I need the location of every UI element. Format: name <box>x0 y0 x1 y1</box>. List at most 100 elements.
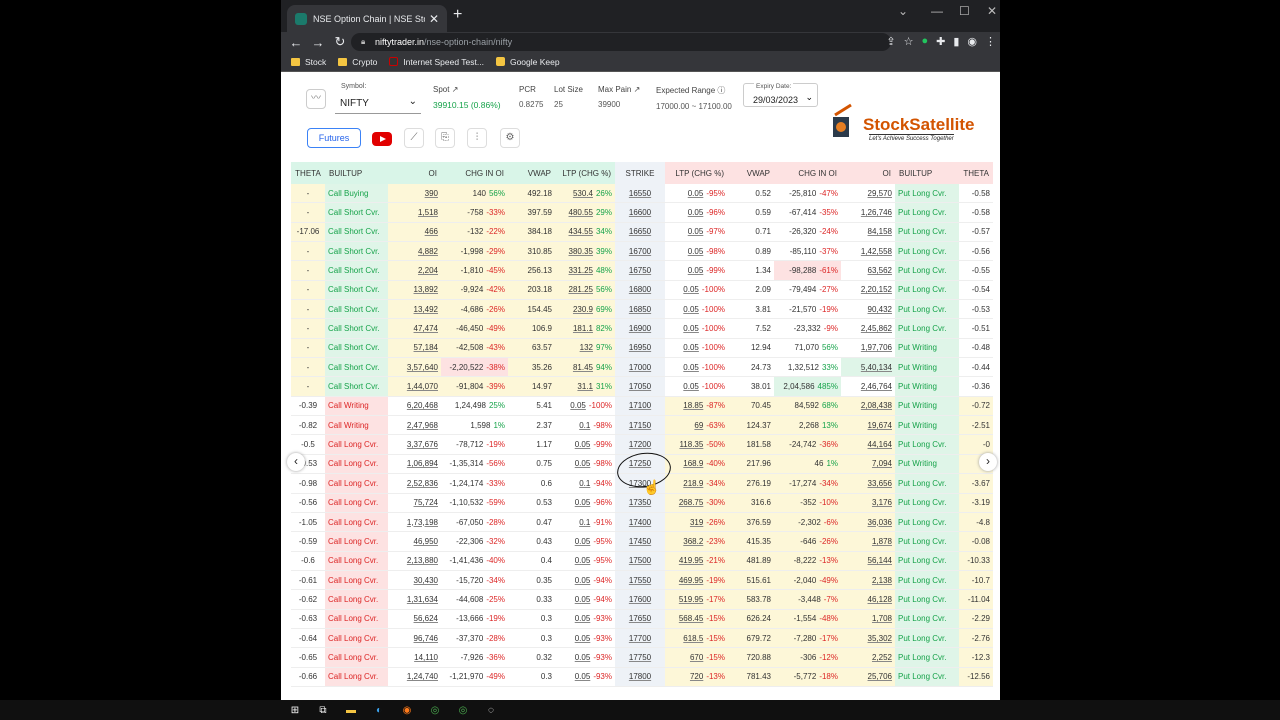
put-oi[interactable]: 1,42,558 <box>861 247 892 256</box>
strike-price[interactable]: 17200 <box>629 440 651 449</box>
call-oi-cell[interactable]: 466 <box>388 222 441 242</box>
profile-avatar-icon[interactable]: ◉ <box>967 35 977 48</box>
call-ltp-cell[interactable]: 0.1 -91% <box>555 513 615 531</box>
call-oi-cell[interactable]: 56,624 <box>388 610 441 628</box>
strike-price[interactable]: 17050 <box>629 382 651 391</box>
put-oi-cell[interactable]: 3,176 <box>841 493 895 512</box>
call-ltp[interactable]: 81.45 <box>573 363 593 372</box>
strike-price[interactable]: 17800 <box>629 672 651 681</box>
extension-green-icon[interactable]: ● <box>921 35 928 48</box>
futures-button[interactable]: Futures <box>307 128 361 148</box>
windows-start-icon[interactable]: ⊞ <box>288 703 302 717</box>
call-ltp-cell[interactable]: 0.05 -100% <box>555 397 615 415</box>
call-ltp[interactable]: 0.1 <box>579 479 590 488</box>
bookmark-crypto[interactable]: Crypto <box>338 57 377 67</box>
call-ltp-cell[interactable]: 0.05 -95% <box>555 552 615 570</box>
strike-price[interactable]: 17550 <box>629 576 651 585</box>
call-oi[interactable]: 1,73,198 <box>407 518 438 527</box>
put-oi[interactable]: 5,40,134 <box>861 363 892 372</box>
put-oi-cell[interactable]: 1,42,558 <box>841 242 895 260</box>
put-ltp[interactable]: 0.05 <box>688 189 704 198</box>
back-icon[interactable]: ← <box>285 35 307 50</box>
call-ltp[interactable]: 0.1 <box>579 518 590 527</box>
firefox-icon[interactable]: ◉ <box>400 703 414 717</box>
put-ltp-cell[interactable]: 18.85 -87% <box>665 396 728 416</box>
call-oi[interactable]: 6,20,468 <box>407 401 438 410</box>
put-ltp-cell[interactable]: 0.05 -100% <box>665 377 728 395</box>
put-oi-cell[interactable]: 35,302 <box>841 628 895 648</box>
new-tab-icon[interactable]: + <box>453 6 462 24</box>
edge-icon[interactable]: ◐ <box>372 703 386 717</box>
put-oi[interactable]: 1,97,706 <box>861 343 892 352</box>
scroll-right-icon[interactable]: › <box>979 453 997 471</box>
put-ltp-cell[interactable]: 670 -15% <box>665 648 728 667</box>
call-ltp[interactable]: 0.05 <box>575 653 591 662</box>
put-oi[interactable]: 3,176 <box>872 498 892 507</box>
call-oi[interactable]: 4,882 <box>418 247 438 256</box>
put-oi-cell[interactable]: 1,708 <box>841 609 895 628</box>
call-ltp[interactable]: 0.05 <box>575 634 591 643</box>
call-ltp[interactable]: 0.05 <box>575 440 591 449</box>
put-ltp[interactable]: 18.85 <box>683 401 703 410</box>
strike-price[interactable]: 17600 <box>629 595 651 604</box>
call-ltp-cell[interactable]: 230.9 69% <box>555 300 615 319</box>
call-ltp-cell[interactable]: 0.05 -93% <box>555 610 615 628</box>
strike-cell[interactable]: 16850 <box>615 300 665 319</box>
put-ltp[interactable]: 618.5 <box>683 634 703 643</box>
sidebar-icon[interactable]: ▮ <box>953 35 959 48</box>
strike-price[interactable]: 17750 <box>629 653 651 662</box>
strike-cell[interactable]: 16800 <box>615 280 665 300</box>
call-oi-cell[interactable]: 1,73,198 <box>388 513 441 531</box>
put-oi[interactable]: 2,252 <box>872 653 892 662</box>
call-ltp-cell[interactable]: 434.55 34% <box>555 222 615 242</box>
share-icon[interactable]: ⇪ <box>886 35 895 48</box>
call-ltp-cell[interactable]: 132 97% <box>555 338 615 358</box>
put-oi-cell[interactable]: 36,036 <box>841 512 895 532</box>
put-ltp[interactable]: 0.05 <box>688 266 704 275</box>
header-7[interactable]: STRIKE <box>615 162 665 184</box>
strike-cell[interactable]: 17750 <box>615 648 665 667</box>
call-oi-cell[interactable]: 14,110 <box>388 648 441 666</box>
put-oi-cell[interactable]: 2,20,152 <box>841 281 895 299</box>
put-oi-cell[interactable]: 2,252 <box>841 648 895 667</box>
call-ltp-cell[interactable]: 0.05 -93% <box>555 648 615 666</box>
call-oi[interactable]: 3,37,676 <box>407 440 438 449</box>
browser-tab[interactable]: NSE Option Chain | NSE Stocks O ✕ <box>287 5 447 32</box>
tab-search-icon[interactable]: ⌄ <box>898 4 908 18</box>
call-ltp-cell[interactable]: 0.05 -99% <box>555 435 615 453</box>
strike-cell[interactable]: 16550 <box>615 184 665 203</box>
call-ltp-cell[interactable]: 0.05 -94% <box>555 571 615 589</box>
call-ltp[interactable]: 0.05 <box>570 401 586 410</box>
call-oi[interactable]: 1,44,070 <box>407 382 438 391</box>
strike-cell[interactable]: 17500 <box>615 551 665 570</box>
call-oi-cell[interactable]: 2,52,836 <box>388 474 441 492</box>
header-10[interactable]: CHG IN OI <box>774 162 841 184</box>
put-oi[interactable]: 46,128 <box>868 595 892 604</box>
call-oi-cell[interactable]: 75,724 <box>388 494 441 512</box>
call-oi[interactable]: 2,204 <box>418 266 438 275</box>
put-oi[interactable]: 2,20,152 <box>861 285 892 294</box>
put-oi-cell[interactable]: 44,164 <box>841 435 895 454</box>
put-ltp-cell[interactable]: 69 -63% <box>665 416 728 435</box>
call-ltp-cell[interactable]: 0.05 -94% <box>555 590 615 608</box>
put-ltp[interactable]: 0.05 <box>683 382 699 391</box>
put-oi[interactable]: 44,164 <box>868 440 892 449</box>
call-ltp-cell[interactable]: 281.25 56% <box>555 280 615 300</box>
call-ltp[interactable]: 0.05 <box>575 576 591 585</box>
put-oi[interactable]: 29,570 <box>868 189 892 198</box>
call-oi-cell[interactable]: 46,950 <box>388 532 441 550</box>
call-oi-cell[interactable]: 2,13,880 <box>388 552 441 570</box>
bookmark-speedtest[interactable]: Internet Speed Test... <box>389 57 484 67</box>
put-oi-cell[interactable]: 5,40,134 <box>841 358 895 377</box>
call-oi-cell[interactable]: 2,204 <box>388 261 441 280</box>
maximize-icon[interactable]: ☐ <box>959 4 970 18</box>
put-oi-cell[interactable]: 56,144 <box>841 551 895 570</box>
call-oi[interactable]: 466 <box>425 227 438 236</box>
call-oi-cell[interactable]: 13,892 <box>388 280 441 300</box>
call-oi[interactable]: 390 <box>425 189 438 198</box>
put-oi[interactable]: 19,674 <box>868 421 892 430</box>
header-11[interactable]: OI <box>841 162 895 184</box>
call-ltp-cell[interactable]: 0.05 -95% <box>555 532 615 550</box>
put-oi[interactable]: 63,562 <box>868 266 892 275</box>
put-oi[interactable]: 2,45,862 <box>861 324 892 333</box>
